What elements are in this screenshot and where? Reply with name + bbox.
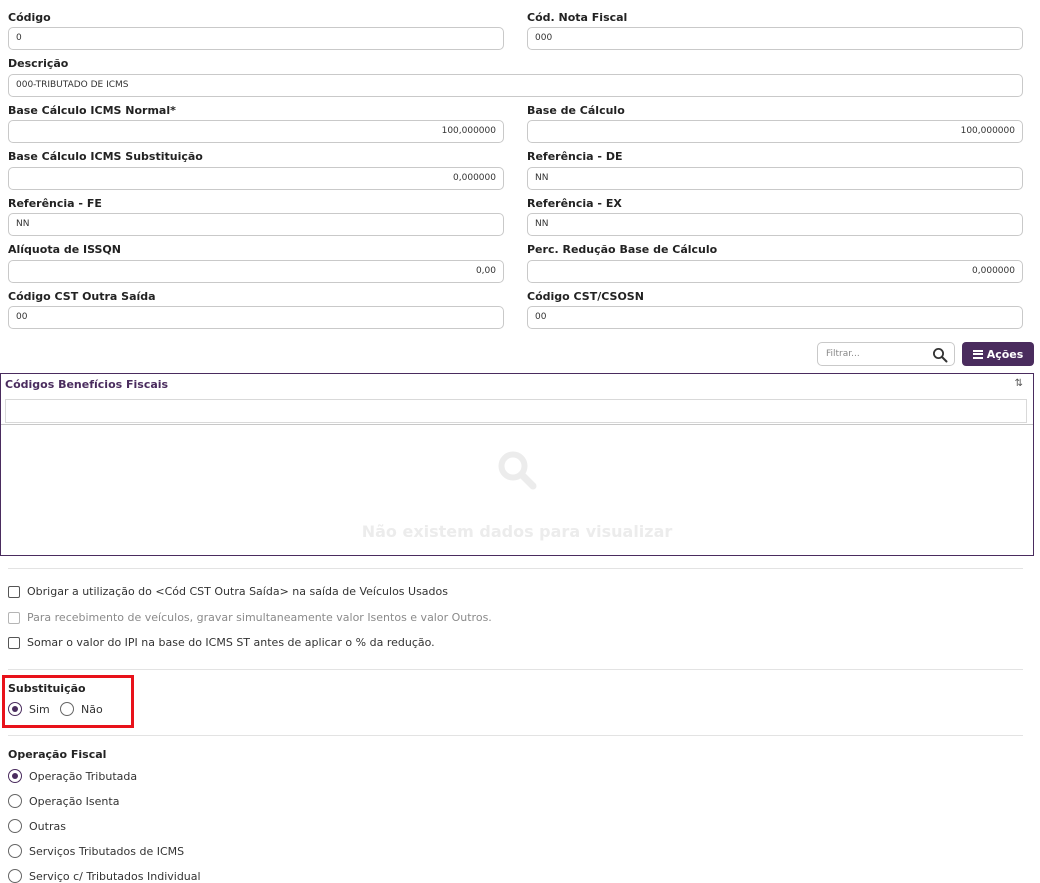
search-icon	[495, 448, 539, 492]
cod-nota-fiscal-input[interactable]: 000	[527, 27, 1023, 50]
descricao-label: Descrição	[8, 57, 69, 70]
checkbox-somar-ipi[interactable]: Somar o valor do IPI na base do ICMS ST …	[8, 636, 435, 649]
base-de-calculo-label: Base de Cálculo	[527, 104, 625, 117]
referencia-fe-input[interactable]: NN	[8, 213, 504, 236]
radio-operacao-tributada[interactable]: Operação Tributada	[8, 769, 137, 783]
radio-button[interactable]	[8, 844, 22, 858]
filter-box	[817, 342, 955, 366]
aliquota-issqn-label: Alíquota de ISSQN	[8, 243, 121, 256]
radio-outras[interactable]: Outras	[8, 819, 66, 833]
checkbox-obrigar-cst[interactable]: Obrigar a utilização do <Cód CST Outra S…	[8, 585, 448, 598]
operacao-fiscal-label: Operação Fiscal	[8, 748, 107, 761]
checkbox-box	[8, 611, 20, 624]
acoes-button-label: Ações	[986, 347, 1024, 361]
checkbox-label: Para recebimento de veículos, gravar sim…	[27, 611, 492, 624]
sort-icon[interactable]: ⇅	[1015, 378, 1023, 389]
checkbox-label: Obrigar a utilização do <Cód CST Outra S…	[27, 585, 448, 598]
referencia-de-input[interactable]: NN	[527, 167, 1023, 190]
acoes-button[interactable]: Ações	[962, 342, 1034, 366]
radio-label: Serviços Tributados de ICMS	[29, 844, 185, 858]
radio-label: Operação Tributada	[29, 769, 138, 783]
cst-outra-saida-input[interactable]: 00	[8, 306, 504, 329]
cst-csosn-label: Código CST/CSOSN	[527, 290, 644, 303]
codigo-input[interactable]: 0	[8, 27, 504, 50]
highlight-box	[2, 675, 134, 728]
radio-button[interactable]	[8, 769, 22, 783]
referencia-ex-label: Referência - EX	[527, 197, 622, 210]
cst-outra-saida-label: Código CST Outra Saída	[8, 290, 156, 303]
referencia-fe-label: Referência - FE	[8, 197, 102, 210]
radio-label: Outras	[29, 819, 66, 833]
base-de-calculo-input[interactable]: 100,000000	[527, 120, 1023, 143]
base-calc-icms-normal-label: Base Cálculo ICMS Normal*	[8, 104, 176, 117]
descricao-input[interactable]: 000-TRIBUTADO DE ICMS	[8, 74, 1023, 97]
menu-icon	[972, 349, 983, 359]
base-calc-icms-subst-label: Base Cálculo ICMS Substituição	[8, 150, 203, 163]
radio-operacao-isenta[interactable]: Operação Isenta	[8, 794, 119, 808]
referencia-de-label: Referência - DE	[527, 150, 623, 163]
divider	[8, 735, 1023, 736]
radio-button[interactable]	[8, 794, 22, 808]
search-icon[interactable]	[932, 347, 948, 363]
divider	[8, 568, 1023, 569]
radio-label: Serviço c/ Tributados Individual	[29, 869, 201, 883]
grid-title: Códigos Benefícios Fiscais	[5, 378, 169, 391]
codigo-label: Código	[8, 11, 51, 24]
cst-csosn-input[interactable]: 00	[527, 306, 1023, 329]
radio-button[interactable]	[8, 819, 22, 833]
filter-input[interactable]	[824, 346, 928, 362]
referencia-ex-input[interactable]: NN	[527, 213, 1023, 236]
grid-header-row	[5, 399, 1027, 423]
checkbox-gravar-isentos-outros: Para recebimento de veículos, gravar sim…	[8, 611, 492, 624]
base-calc-icms-normal-input[interactable]: 100,000000	[8, 120, 504, 143]
perc-reducao-label: Perc. Redução Base de Cálculo	[527, 243, 718, 256]
beneficios-fiscais-grid: Códigos Benefícios Fiscais ⇅ Não existem…	[0, 373, 1034, 556]
radio-servicos-tributados-icms[interactable]: Serviços Tributados de ICMS	[8, 844, 184, 858]
aliquota-issqn-input[interactable]: 0,00	[8, 260, 504, 283]
checkbox-box[interactable]	[8, 585, 20, 598]
perc-reducao-input[interactable]: 0,000000	[527, 260, 1023, 283]
radio-button[interactable]	[8, 869, 22, 883]
cod-nota-fiscal-label: Cód. Nota Fiscal	[527, 11, 628, 24]
empty-state-text: Não existem dados para visualizar	[361, 522, 673, 541]
base-calc-icms-subst-input[interactable]: 0,000000	[8, 167, 504, 190]
checkbox-box[interactable]	[8, 636, 20, 649]
divider	[8, 669, 1023, 670]
checkbox-label: Somar o valor do IPI na base do ICMS ST …	[27, 636, 435, 649]
radio-label: Operação Isenta	[29, 794, 120, 808]
radio-servico-tributados-individual[interactable]: Serviço c/ Tributados Individual	[8, 869, 201, 883]
